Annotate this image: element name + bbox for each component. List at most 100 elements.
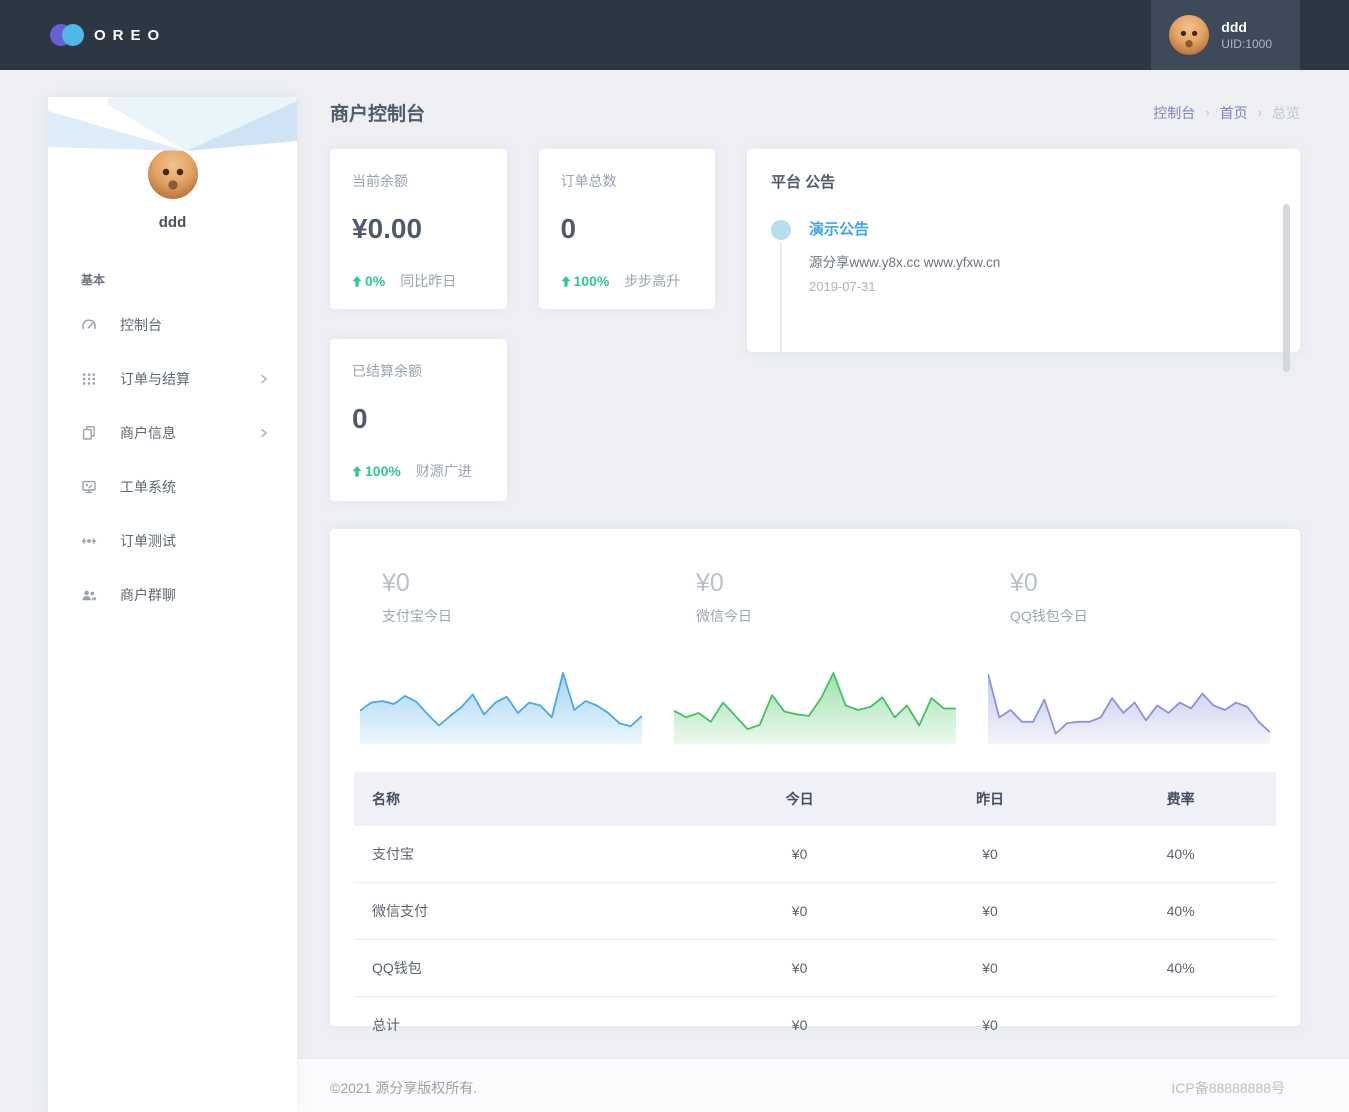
table-header-today: 今日 [704,772,894,826]
footer-icp: ICP备88888888号 [1171,1078,1285,1098]
sidebar-item-merchant-chat[interactable]: 商户群聊 [48,568,297,622]
breadcrumb-separator: › [1205,105,1209,120]
table-cell: ¥0 [704,883,894,940]
sidebar-item-order-test[interactable]: 订单测试 [48,514,297,568]
chart-amount: ¥0 [1010,569,1270,598]
sidebar-username: ddd [48,214,297,231]
sidebar-item-label: 订单与结算 [120,369,259,389]
stat-label: 订单总数 [561,171,694,191]
table-row: 微信支付 ¥0 ¥0 40% [354,883,1276,940]
qq-sparkline-chart [988,664,1270,744]
breadcrumb-link-home[interactable]: 首页 [1220,103,1248,123]
stat-trend-note: 步步高升 [624,271,680,291]
announcement-item-content: 源分享www.y8x.cc www.yfxw.cn [809,251,1276,271]
table-cell: 微信支付 [354,883,704,940]
arrow-up-icon [352,276,362,287]
sidebar-section-label: 基本 [81,271,297,288]
announcement-scrollbar[interactable] [1283,204,1290,372]
breadcrumb: 控制台 › 首页 › 总览 [1153,103,1300,123]
table-header-yesterday: 昨日 [895,772,1085,826]
footer-copyright: ©2021 源分享版权所有. [330,1078,477,1098]
chart-col-qq: ¥0 QQ钱包今日 [988,553,1270,744]
navbar-uid: UID:1000 [1221,36,1272,52]
gauge-icon [81,317,97,333]
logo-circles-icon [50,24,84,46]
table-row-total: 总计 ¥0 ¥0 [354,997,1276,1054]
table-row: 支付宝 ¥0 ¥0 40% [354,826,1276,883]
table-cell: 40% [1085,940,1276,997]
arrow-up-icon [352,466,362,477]
sidebar-item-orders-settlement[interactable]: 订单与结算 [48,352,297,406]
table-header-row: 名称 今日 昨日 费率 [354,772,1276,826]
stat-trend-note: 同比昨日 [400,271,456,291]
sidebar-item-label: 商户信息 [120,423,259,443]
sidebar: ddd 基本 控制台 订单与结算 [48,97,297,1112]
sidebar-item-label: 工单系统 [120,477,269,497]
navbar-user-menu[interactable]: ddd UID:1000 [1151,0,1300,70]
sidebar-item-label: 控制台 [120,315,269,335]
stat-label: 已结算余额 [352,361,485,381]
sidebar-item-ticket-system[interactable]: 工单系统 [48,460,297,514]
breadcrumb-current: 总览 [1272,103,1300,123]
table-cell: ¥0 [895,826,1085,883]
table-cell: QQ钱包 [354,940,704,997]
chart-amount: ¥0 [696,569,956,598]
sidebar-item-merchant-info[interactable]: 商户信息 [48,406,297,460]
announcement-panel: 平台 公告 演示公告 源分享www.y8x.cc www.yfxw.cn 201… [747,149,1300,352]
announcement-title: 平台 公告 [771,171,1276,192]
stat-card-balance: 当前余额 ¥0.00 0% 同比昨日 [330,149,507,309]
payments-table: 名称 今日 昨日 费率 支付宝 ¥0 ¥0 40% 微信支付 [354,772,1276,1053]
sidebar-menu: 控制台 订单与结算 商户信息 [48,298,297,622]
sidebar-item-label: 商户群聊 [120,585,269,605]
wechat-sparkline-chart [674,664,956,744]
people-icon [81,587,97,603]
alipay-sparkline-chart [360,664,642,744]
stat-card-settled: 已结算余额 0 100% 财源广进 [330,339,507,501]
stat-trend-percent: 100% [365,463,401,479]
announcement-timeline: 演示公告 源分享www.y8x.cc www.yfxw.cn 2019-07-3… [771,218,1276,294]
announcement-item-date: 2019-07-31 [809,279,1276,294]
stat-trend-percent: 100% [574,273,610,289]
arrow-up-icon [561,276,571,287]
breadcrumb-separator: › [1258,105,1262,120]
table-cell: ¥0 [895,997,1085,1054]
page-footer: ©2021 源分享版权所有. ICP备88888888号 [297,1058,1349,1112]
logo-text: OREO [94,27,166,44]
chart-col-alipay: ¥0 支付宝今日 [360,553,642,744]
grid-icon [81,371,97,387]
copy-icon [81,425,97,441]
table-header-rate: 费率 [1085,772,1276,826]
stat-trend-note: 财源广进 [416,461,472,481]
page-title: 商户控制台 [330,99,425,126]
stat-value: ¥0.00 [352,213,485,245]
table-header-name: 名称 [354,772,704,826]
table-cell: ¥0 [704,826,894,883]
table-cell: ¥0 [704,997,894,1054]
chevron-right-icon [259,374,269,384]
chevron-right-icon [259,428,269,438]
navbar-username: ddd [1221,18,1272,36]
chart-amount: ¥0 [382,569,642,598]
table-cell: ¥0 [895,940,1085,997]
breadcrumb-link-console[interactable]: 控制台 [1153,103,1195,123]
table-cell [1085,997,1276,1054]
table-cell: 40% [1085,826,1276,883]
main-content: 商户控制台 控制台 › 首页 › 总览 当前余额 ¥0.00 [330,70,1300,1026]
app-logo[interactable]: OREO [0,24,166,46]
announcement-item: 演示公告 源分享www.y8x.cc www.yfxw.cn 2019-07-3… [809,218,1276,294]
sidebar-banner-decoration [48,97,297,169]
sidebar-item-dashboard[interactable]: 控制台 [48,298,297,352]
stat-value: 0 [352,403,485,435]
timeline-line [780,242,782,360]
chart-label: 微信今日 [696,606,956,626]
stat-trend-percent: 0% [365,273,385,289]
top-navbar: OREO ddd UID:1000 [0,0,1349,70]
table-cell: 总计 [354,997,704,1054]
announcement-item-link[interactable]: 演示公告 [809,221,869,238]
stat-label: 当前余额 [352,171,485,191]
table-cell: ¥0 [895,883,1085,940]
monitor-icon [81,479,97,495]
table-cell: ¥0 [704,940,894,997]
user-avatar [1169,15,1209,55]
table-cell: 支付宝 [354,826,704,883]
